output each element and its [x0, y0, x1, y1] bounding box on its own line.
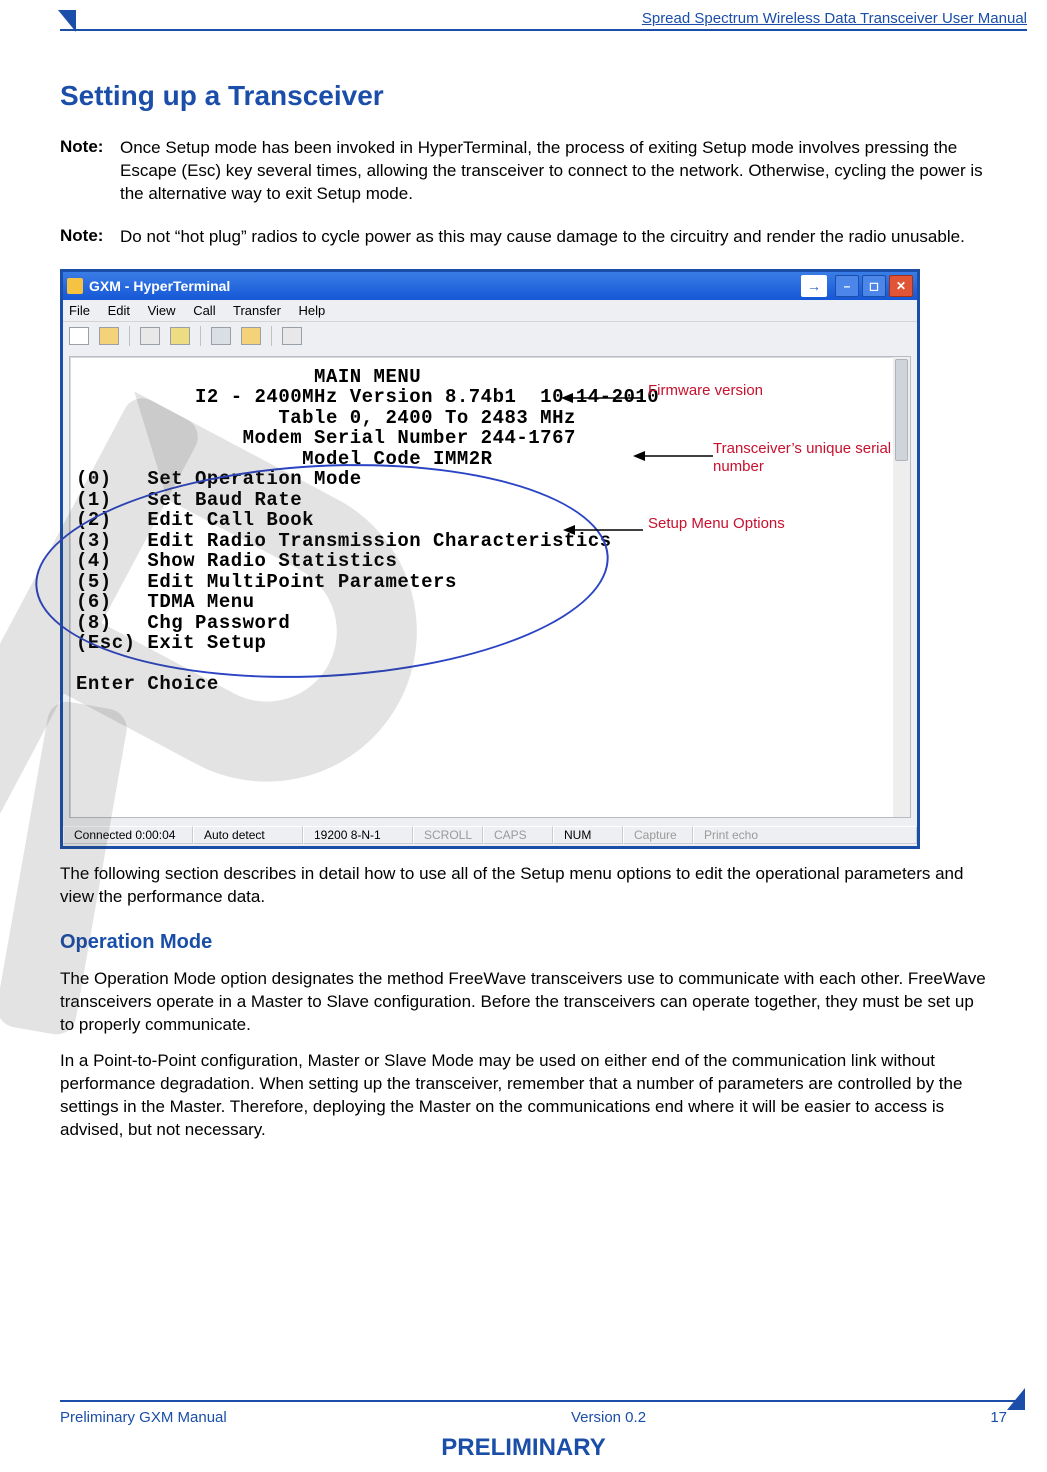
- status-bar: Connected 0:00:04 Auto detect 19200 8-N-…: [63, 824, 917, 846]
- header-corner-decoration: [58, 10, 76, 32]
- status-echo: Print echo: [693, 826, 917, 844]
- toolbar-send-icon[interactable]: [211, 327, 231, 345]
- footer-page-number: 17: [990, 1409, 1007, 1426]
- label-setup-menu-options: Setup Menu Options: [648, 515, 785, 532]
- header-running-title: Spread Spectrum Wireless Data Transceive…: [642, 10, 1027, 27]
- footer-left: Preliminary GXM Manual: [60, 1409, 227, 1426]
- menu-help[interactable]: Help: [299, 303, 326, 318]
- menu-file[interactable]: File: [69, 303, 90, 318]
- status-capture: Capture: [623, 826, 693, 844]
- maximize-button[interactable]: ◻: [862, 275, 886, 297]
- window-titlebar: GXM - HyperTerminal → – ◻ ✕: [63, 272, 917, 300]
- terminal-pane[interactable]: MAIN MENU I2 - 2400MHz Version 8.74b1 10…: [69, 356, 911, 818]
- menu-call[interactable]: Call: [193, 303, 215, 318]
- footer-corner-decoration: [1007, 1388, 1025, 1410]
- arrow-setup-menu: [563, 522, 643, 538]
- label-serial-number: Transceiver’s unique serial number: [713, 440, 903, 476]
- status-detect: Auto detect: [193, 826, 303, 844]
- minimize-button[interactable]: –: [835, 275, 859, 297]
- status-caps: CAPS: [483, 826, 553, 844]
- note-text: Do not “hot plug” radios to cycle power …: [120, 226, 987, 249]
- app-icon: [67, 278, 83, 294]
- status-num: NUM: [553, 826, 623, 844]
- note-text: Once Setup mode has been invoked in Hype…: [120, 137, 987, 206]
- footer-center: Version 0.2: [571, 1409, 646, 1426]
- paragraph-after-image: The following section describes in detai…: [60, 863, 987, 909]
- menu-bar: File Edit View Call Transfer Help: [63, 300, 917, 321]
- toolbar-open-icon[interactable]: [99, 327, 119, 345]
- hyperterminal-screenshot: GXM - HyperTerminal → – ◻ ✕ File Edit Vi…: [60, 269, 920, 849]
- status-connected: Connected 0:00:04: [63, 826, 193, 844]
- page-title: Setting up a Transceiver: [60, 80, 987, 112]
- toolbar-disconnect-icon[interactable]: [170, 327, 190, 345]
- operation-mode-p2: In a Point-to-Point configuration, Maste…: [60, 1050, 987, 1142]
- toolbar: [63, 321, 917, 350]
- section-operation-mode: Operation Mode: [60, 931, 987, 954]
- toolbar-call-icon[interactable]: [140, 327, 160, 345]
- label-firmware-version: Firmware version: [648, 382, 763, 399]
- operation-mode-p1: The Operation Mode option designates the…: [60, 968, 987, 1037]
- note-1: Note: Once Setup mode has been invoked i…: [60, 137, 987, 206]
- vertical-scrollbar[interactable]: [893, 357, 910, 817]
- menu-transfer[interactable]: Transfer: [233, 303, 281, 318]
- note-label: Note:: [60, 226, 120, 249]
- close-button[interactable]: ✕: [889, 275, 913, 297]
- arrow-firmware: [561, 390, 641, 406]
- menu-edit[interactable]: Edit: [108, 303, 130, 318]
- menu-view[interactable]: View: [148, 303, 176, 318]
- status-port: 19200 8-N-1: [303, 826, 413, 844]
- window-title: GXM - HyperTerminal: [89, 278, 230, 294]
- status-scroll: SCROLL: [413, 826, 483, 844]
- toolbar-new-icon[interactable]: [69, 327, 89, 345]
- toolbar-arrow-button[interactable]: →: [801, 275, 827, 297]
- note-label: Note:: [60, 137, 120, 206]
- preliminary-stamp: PRELIMINARY: [0, 1434, 1047, 1462]
- toolbar-properties-icon[interactable]: [282, 327, 302, 345]
- arrow-serial: [633, 448, 713, 464]
- toolbar-receive-icon[interactable]: [241, 327, 261, 345]
- note-2: Note: Do not “hot plug” radios to cycle …: [60, 226, 987, 249]
